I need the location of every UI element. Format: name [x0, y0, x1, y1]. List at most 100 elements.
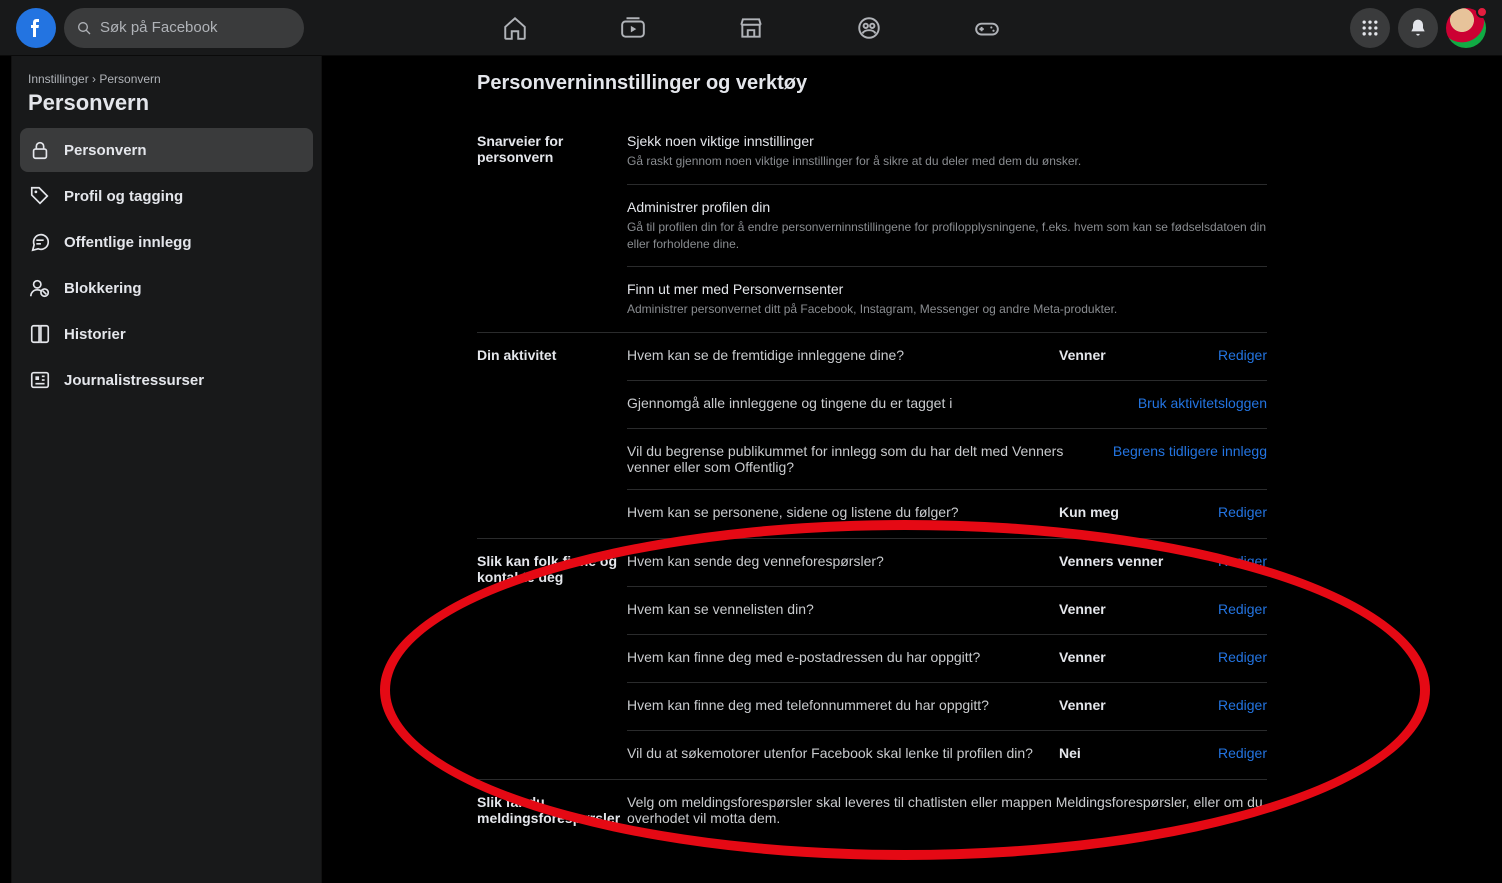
sidebar-item-book[interactable]: Historier [20, 312, 313, 356]
menu-button[interactable] [1350, 8, 1390, 48]
nav-marketplace[interactable] [696, 4, 806, 52]
newspaper-icon [28, 369, 52, 391]
row-action-link[interactable]: Rediger [1211, 697, 1267, 713]
sidebar-item-lock[interactable]: Personvern [20, 128, 313, 172]
sidebar-item-label: Personvern [64, 142, 147, 159]
row-action-link[interactable]: Rediger [1211, 347, 1267, 363]
page-title: Personverninnstillinger og verktøy [477, 72, 1267, 95]
row-title: Hvem kan finne deg med e-postadressen du… [627, 649, 1047, 665]
row-title: Administrer profilen din [627, 199, 1267, 215]
section-label: Slik kan folk finne og kontakte deg [477, 539, 627, 779]
row-value: Venner [1059, 347, 1199, 363]
nav-gaming[interactable] [932, 4, 1042, 52]
tag-icon [28, 185, 52, 207]
search-input[interactable] [100, 19, 292, 36]
settings-row[interactable]: Administrer profilen din Gå til profilen … [627, 185, 1267, 268]
book-icon [28, 323, 52, 345]
row-text: Hvem kan finne deg med e-postadressen du… [627, 649, 1047, 665]
user-x-icon [28, 277, 52, 299]
row-text: Hvem kan sende deg venneforespørsler? [627, 553, 1047, 569]
row-action-link[interactable]: Rediger [1211, 553, 1267, 569]
nav-watch[interactable] [578, 4, 688, 52]
sidebar-title: Personvern [20, 90, 313, 128]
row-text: Vil du begrense publikummet for innlegg … [627, 443, 1101, 475]
nav-groups[interactable] [814, 4, 924, 52]
sidebar-item-label: Profil og tagging [64, 188, 183, 205]
breadcrumb[interactable]: Innstillinger › Personvern [20, 72, 313, 90]
row-text: Vil du at søkemotorer utenfor Facebook s… [627, 745, 1047, 761]
settings-row[interactable]: Hvem kan finne deg med e-postadressen du… [627, 635, 1267, 683]
sidebar-item-user-x[interactable]: Blokkering [20, 266, 313, 310]
sidebar-item-newspaper[interactable]: Journalistressurser [20, 358, 313, 402]
row-action-link[interactable]: Rediger [1211, 649, 1267, 665]
row-value: Venners venner [1059, 553, 1199, 569]
settings-section: Slik kan folk finne og kontakte degHvem … [477, 539, 1267, 780]
row-text: Hvem kan se vennelisten din? [627, 601, 1047, 617]
row-value: Venner [1059, 601, 1199, 617]
settings-row[interactable]: Vil du at søkemotorer utenfor Facebook s… [627, 731, 1267, 779]
settings-row[interactable]: Gjennomgå alle innleggene og tingene du … [627, 381, 1267, 429]
settings-row[interactable]: Hvem kan finne deg med telefonnummeret d… [627, 683, 1267, 731]
facebook-logo[interactable] [16, 8, 56, 48]
settings-sidebar: Innstillinger › Personvern Personvern Pe… [12, 56, 322, 883]
row-action-link[interactable]: Rediger [1211, 601, 1267, 617]
row-text: Hvem kan finne deg med telefonnummeret d… [627, 697, 1047, 713]
section-label: Snarveier for personvern [477, 119, 627, 332]
main-content: Personverninnstillinger og verktøy Snarv… [322, 56, 1502, 883]
settings-row[interactable]: Hvem kan se vennelisten din? Venner Redige… [627, 587, 1267, 635]
settings-section: Din aktivitetHvem kan se de fremtidige i… [477, 333, 1267, 539]
nav-home[interactable] [460, 4, 570, 52]
row-text: Velg om meldingsforespørsler skal levere… [627, 794, 1267, 826]
right-nav [1350, 8, 1486, 48]
row-description: Administrer personvernet ditt på Faceboo… [627, 301, 1267, 318]
settings-row[interactable]: Vil du begrense publikummet for innlegg … [627, 429, 1267, 490]
row-text: Finn ut mer med PersonvernsenterAdminist… [627, 281, 1267, 318]
row-value: Nei [1059, 745, 1199, 761]
row-title: Hvem kan sende deg venneforespørsler? [627, 553, 1047, 569]
row-title: Sjekk noen viktige innstillinger [627, 133, 1267, 149]
row-text: Administrer profilen din Gå til profilen … [627, 199, 1267, 253]
sidebar-item-label: Historier [64, 326, 126, 343]
row-action-link[interactable]: Bruk aktivitetsloggen [1138, 395, 1267, 411]
search-icon [76, 20, 92, 36]
top-navigation [0, 0, 1502, 56]
settings-row[interactable]: Hvem kan sende deg venneforespørsler? Ven… [627, 539, 1267, 587]
center-nav [460, 4, 1042, 52]
sidebar-item-label: Blokkering [64, 280, 142, 297]
settings-row[interactable]: Hvem kan se de fremtidige innleggene din… [627, 333, 1267, 381]
row-value: Kun meg [1059, 504, 1199, 520]
notifications-button[interactable] [1398, 8, 1438, 48]
lock-icon [28, 139, 52, 161]
section-label: Slik får du meldingsforespørsler [477, 780, 627, 840]
search-box[interactable] [64, 8, 304, 48]
row-action-link[interactable]: Rediger [1211, 745, 1267, 761]
row-text: Hvem kan se de fremtidige innleggene din… [627, 347, 1047, 363]
row-title: Vil du begrense publikummet for innlegg … [627, 443, 1101, 475]
row-title: Vil du at søkemotorer utenfor Facebook s… [627, 745, 1047, 761]
profile-avatar[interactable] [1446, 8, 1486, 48]
row-action-link[interactable]: Rediger [1211, 504, 1267, 520]
settings-row[interactable]: Velg om meldingsforespørsler skal levere… [627, 780, 1267, 840]
row-text: Sjekk noen viktige innstillinger Gå raskt… [627, 133, 1267, 170]
row-title: Hvem kan se personene, sidene og listene… [627, 504, 1047, 520]
settings-row[interactable]: Finn ut mer med PersonvernsenterAdminist… [627, 267, 1267, 332]
left-scrollbar[interactable] [0, 56, 12, 883]
sidebar-item-tag[interactable]: Profil og tagging [20, 174, 313, 218]
row-title: Hvem kan finne deg med telefonnummeret d… [627, 697, 1047, 713]
row-description: Gå til profilen din for å endre personve… [627, 219, 1267, 253]
row-text: Gjennomgå alle innleggene og tingene du … [627, 395, 1126, 411]
sidebar-item-label: Journalistressurser [64, 372, 204, 389]
settings-row[interactable]: Hvem kan se personene, sidene og listene… [627, 490, 1267, 538]
sidebar-item-comment[interactable]: Offentlige innlegg [20, 220, 313, 264]
row-title: Velg om meldingsforespørsler skal levere… [627, 794, 1267, 826]
settings-row[interactable]: Sjekk noen viktige innstillinger Gå raskt… [627, 119, 1267, 185]
comment-icon [28, 231, 52, 253]
row-title: Hvem kan se de fremtidige innleggene din… [627, 347, 1047, 363]
row-title: Gjennomgå alle innleggene og tingene du … [627, 395, 1126, 411]
row-description: Gå raskt gjennom noen viktige innstillin… [627, 153, 1267, 170]
settings-section: Snarveier for personvernSjekk noen vikti… [477, 119, 1267, 333]
row-value: Venner [1059, 649, 1199, 665]
notification-badge [1476, 6, 1488, 18]
row-value: Venner [1059, 697, 1199, 713]
row-action-link[interactable]: Begrens tidligere innlegg [1113, 443, 1267, 459]
